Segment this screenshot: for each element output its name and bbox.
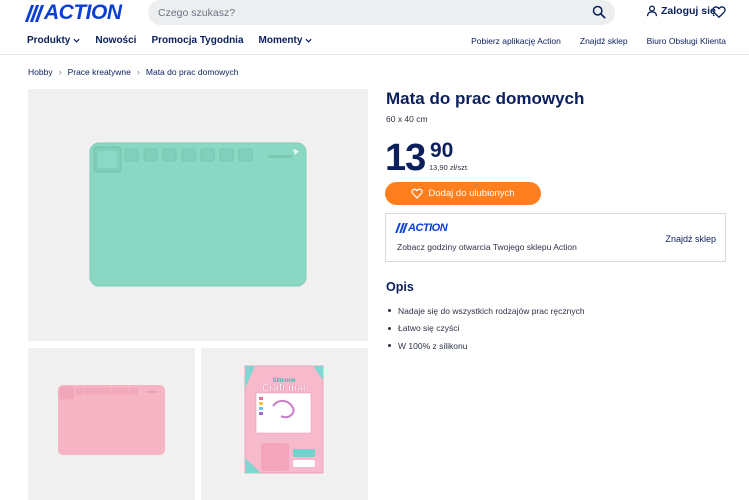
description-list: Nadaje się do wszystkich rodzajów prac r… [388,302,585,355]
nav-right: Pobierz aplikację Action Znajdź sklep Bi… [452,36,726,46]
login-button[interactable]: Zaloguj się [646,5,716,17]
breadcrumb-prace-kreatywne[interactable]: Prace kreatywne [68,67,131,77]
product-title: Mata do prac domowych [386,89,585,108]
top-bar: ACTION Zaloguj się [0,0,749,27]
description-title: Opis [386,280,414,294]
list-item: Nadaje się do wszystkich rodzajów prac r… [388,302,585,320]
nav-item-nowosci[interactable]: Nowości [95,35,136,46]
nav-item-momenty[interactable]: Momenty [259,35,313,46]
search-input[interactable] [158,0,578,25]
product-image-main[interactable] [28,89,368,341]
breadcrumb-separator: › [58,67,62,77]
logo-stripes [24,4,45,22]
store-hours-text: Zobacz godziny otwarcia Twojego sklepu A… [397,242,577,252]
pink-craft-mat-image [58,385,165,455]
add-to-favorites-button[interactable]: Dodaj do ulubionych [385,182,541,205]
breadcrumb-separator: › [136,67,140,77]
product-image-thumb-pink[interactable] [28,348,195,500]
list-item: Łatwo się czyści [388,320,585,338]
add-to-favorites-label: Dodaj do ulubionych [428,188,515,199]
action-logo[interactable]: ACTION [24,1,122,24]
product-image-thumb-box[interactable]: Silicone Craft mat [201,348,368,500]
search-icon[interactable] [592,5,606,19]
nav-item-promocja-tygodnia[interactable]: Promocja Tygodnia [151,35,243,46]
price-decimal: 90 [430,139,454,162]
nav-link-app[interactable]: Pobierz aplikację Action [471,36,561,46]
breadcrumb-current: Mata do prac domowych [145,67,239,77]
logo-text: ACTION [44,1,122,24]
user-icon [646,5,658,17]
list-item: W 100% z silikonu [388,337,585,355]
favorites-heart-icon[interactable] [712,5,726,19]
breadcrumb: Hobby › Prace kreatywne › Mata do prac d… [28,67,239,77]
nav-item-label: Nowości [95,35,137,46]
chevron-down-icon [73,38,80,43]
nav-left: Produkty Nowości Promocja Tygodnia Momen… [27,35,327,46]
box-title-line2: Craft mat [262,383,307,394]
product-size: 60 x 40 cm [386,114,428,124]
login-label: Zaloguj się [661,5,716,17]
nav-link-find-store[interactable]: Znajdź sklep [580,36,628,46]
main-nav: Produkty Nowości Promocja Tygodnia Momen… [0,29,749,55]
breadcrumb-hobby[interactable]: Hobby [28,67,53,77]
price-unit: 13,90 zł/szt. [429,163,470,172]
nav-link-customer-service[interactable]: Biuro Obsługi Klienta [647,36,726,46]
logo-text: ACTION [408,222,448,234]
nav-item-label: Momenty [258,35,303,46]
chevron-down-icon [305,38,312,43]
heart-icon [411,188,424,199]
store-action-logo: ACTION [395,222,448,234]
logo-stripes [395,223,408,233]
search-bar [148,0,615,25]
find-store-link[interactable]: Znajdź sklep [665,234,716,244]
nav-item-label: Produkty [27,35,71,46]
nav-item-produkty[interactable]: Produkty [27,35,80,46]
nav-item-label: Promocja Tygodnia [151,35,244,46]
craft-mat-box-image: Silicone Craft mat [244,365,324,474]
store-finder-box: ACTION Zobacz godziny otwarcia Twojego s… [385,213,726,262]
price-integer: 13 [385,137,426,179]
teal-craft-mat-image [89,142,307,287]
